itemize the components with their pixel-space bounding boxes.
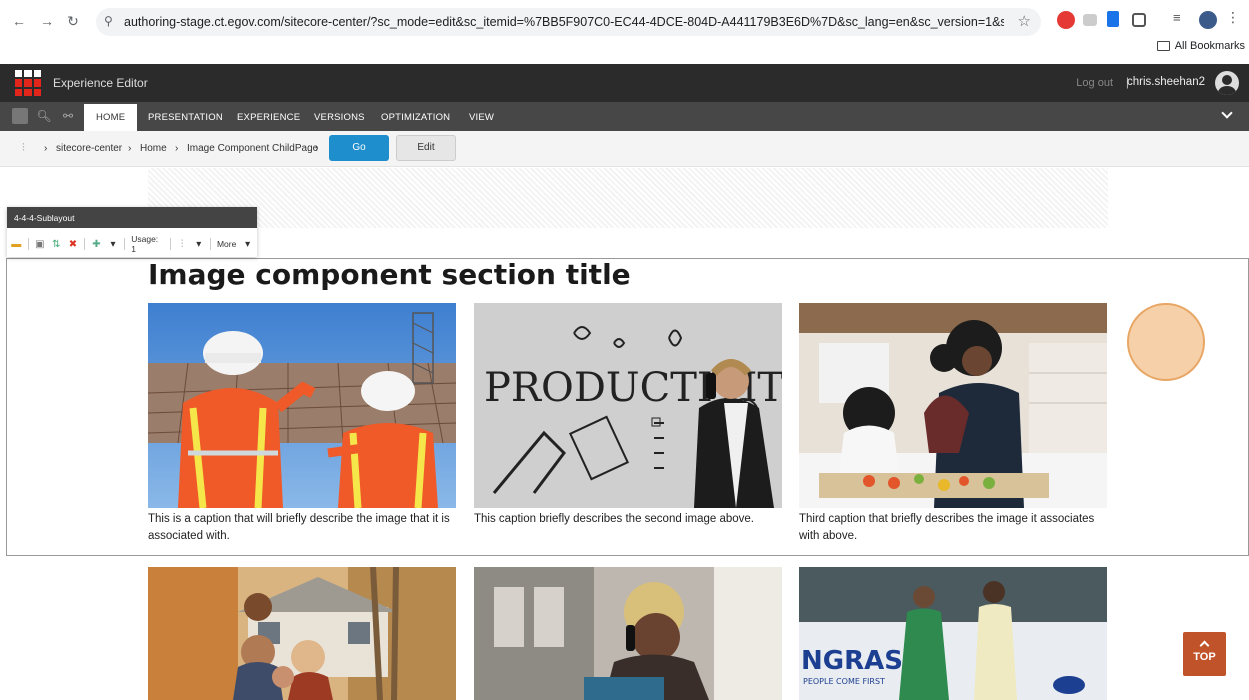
- delete-icon[interactable]: ✖: [68, 239, 79, 250]
- section-title[interactable]: Image component section title: [148, 258, 631, 291]
- breadcrumb-item[interactable]: Home: [140, 143, 167, 154]
- image-family-kitchen[interactable]: [799, 303, 1107, 508]
- tab-presentation[interactable]: PRESENTATION: [148, 102, 223, 131]
- image-caption[interactable]: Third caption that briefly describes the…: [799, 511, 1109, 545]
- tab-home[interactable]: HOME: [84, 102, 138, 131]
- camera-icon[interactable]: [1083, 14, 1097, 26]
- chevron-down-icon[interactable]: ▾: [193, 239, 204, 250]
- reload-icon[interactable]: ↻: [64, 12, 82, 30]
- forward-icon[interactable]: →: [38, 12, 56, 30]
- sitecore-logo-icon[interactable]: [15, 70, 41, 96]
- decorative-circle: [1127, 303, 1205, 381]
- image-caption[interactable]: This caption briefly describes the secon…: [474, 511, 784, 528]
- logout-link[interactable]: Log out: [1076, 77, 1113, 89]
- ribbon-tabs: 🔍︎ ⚯ HOME PRESENTATION EXPERIENCE VERSIO…: [0, 102, 1249, 131]
- component-toolbar: 4-4-4-Sublayout ▬ ▣ ⇅ ✖ ✚ ▾ Usage: 1 ⫶ ▾…: [7, 207, 257, 257]
- chevron-up-icon: [1199, 640, 1210, 651]
- url-text: authoring-stage.ct.egov.com/sitecore-cen…: [124, 15, 1004, 29]
- empty-placeholder[interactable]: [148, 168, 1108, 228]
- share-icon[interactable]: ⚯: [60, 108, 76, 124]
- reading-list-icon[interactable]: ≡: [1173, 10, 1191, 28]
- image-woman-on-phone[interactable]: [474, 567, 782, 700]
- profile-icon[interactable]: [1199, 11, 1217, 29]
- top-label: TOP: [1193, 651, 1216, 663]
- bookmarks-label: All Bookmarks: [1174, 40, 1245, 52]
- back-icon[interactable]: ←: [10, 12, 28, 30]
- breadcrumb-item[interactable]: Image Component ChildPage: [187, 143, 318, 154]
- browser-toolbar: ← → ↻ ⚲ authoring-stage.ct.egov.com/site…: [0, 0, 1249, 64]
- address-bar[interactable]: ⚲ authoring-stage.ct.egov.com/sitecore-c…: [96, 8, 1041, 36]
- tab-view[interactable]: VIEW: [469, 102, 494, 131]
- usage-label[interactable]: Usage: 1: [131, 234, 164, 254]
- docs-extension-icon[interactable]: [1107, 11, 1119, 27]
- site-info-icon[interactable]: ⚲: [104, 14, 113, 28]
- breadcrumb-separator: ›: [315, 143, 319, 154]
- image-productivity[interactable]: PRODUCTIVITY: [474, 303, 782, 508]
- breadcrumb-separator: ›: [128, 143, 132, 154]
- replace-icon[interactable]: ⇅: [51, 239, 62, 250]
- divider: [210, 238, 211, 250]
- chevron-down-icon[interactable]: [1221, 107, 1233, 119]
- image-construction-workers[interactable]: [148, 303, 456, 508]
- divider: [124, 238, 126, 250]
- all-bookmarks[interactable]: All Bookmarks: [1156, 40, 1245, 52]
- breadcrumb-separator: ›: [175, 143, 179, 154]
- username[interactable]: chris.sheehan2: [1127, 76, 1205, 88]
- save-icon[interactable]: [12, 108, 28, 124]
- extensions-puzzle-icon[interactable]: [1132, 13, 1146, 27]
- sponsor-board-text: NGRAS: [801, 646, 903, 676]
- breadcrumb-separator: ›: [44, 143, 48, 154]
- tree-icon[interactable]: ⫶: [22, 142, 34, 156]
- divider: [169, 238, 171, 250]
- component-title: 4-4-4-Sublayout: [7, 207, 257, 228]
- image-caption[interactable]: This is a caption that will briefly desc…: [148, 511, 458, 545]
- go-button[interactable]: Go: [329, 135, 389, 161]
- edit-component-icon[interactable]: ▬: [11, 239, 22, 250]
- image-soccer-players[interactable]: NGRAS PEOPLE COME FIRST: [799, 567, 1107, 700]
- chevron-down-icon[interactable]: ▾: [242, 239, 253, 250]
- chevron-down-icon[interactable]: ▾: [108, 239, 119, 250]
- tab-optimization[interactable]: OPTIMIZATION: [381, 102, 450, 131]
- breadcrumb: ⫶ › sitecore-center › Home › Image Compo…: [0, 131, 1249, 167]
- back-to-top-button[interactable]: TOP: [1183, 632, 1226, 676]
- tree-icon[interactable]: ⫶: [177, 239, 188, 250]
- tab-experience[interactable]: EXPERIENCE: [237, 102, 300, 131]
- bookmark-star-icon[interactable]: ☆: [1018, 12, 1031, 30]
- menu-kebab-icon[interactable]: ⋮: [1226, 9, 1244, 27]
- extension-icon[interactable]: [1057, 11, 1075, 29]
- avatar[interactable]: [1215, 71, 1239, 95]
- breadcrumb-item[interactable]: sitecore-center: [56, 143, 122, 154]
- sponsor-board-subtext: PEOPLE COME FIRST: [803, 677, 885, 686]
- more-menu[interactable]: More: [217, 239, 236, 249]
- folder-icon: [1156, 41, 1170, 51]
- edit-button[interactable]: Edit: [396, 135, 456, 161]
- app-title: Experience Editor: [53, 76, 148, 90]
- divider: [27, 238, 29, 250]
- add-component-icon[interactable]: ✚: [91, 239, 102, 250]
- search-icon[interactable]: 🔍︎: [36, 108, 52, 124]
- tab-versions[interactable]: VERSIONS: [314, 102, 365, 131]
- divider: [84, 238, 86, 250]
- editor-header: Experience Editor Log out | chris.sheeha…: [0, 64, 1249, 102]
- image-family-outdoors[interactable]: [148, 567, 456, 700]
- properties-icon[interactable]: ▣: [35, 239, 46, 250]
